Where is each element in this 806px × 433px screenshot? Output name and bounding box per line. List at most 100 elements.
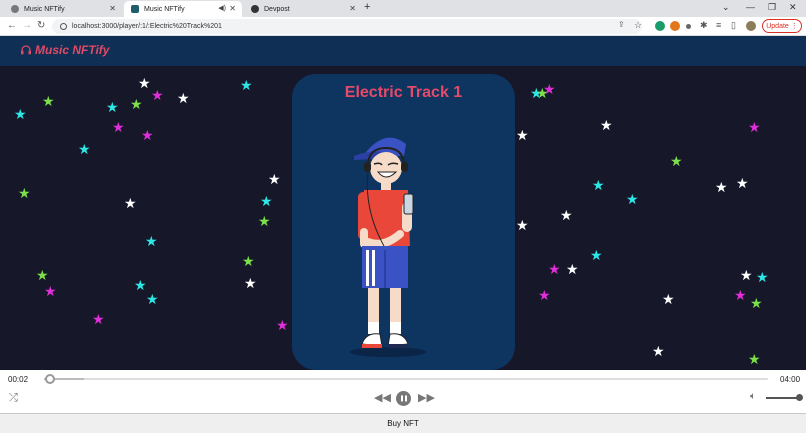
address-bar[interactable]: localhost:3000/player/:1/:Electric%20Tra…: [52, 19, 642, 34]
star-icon: ★: [548, 261, 561, 277]
seek-slider[interactable]: [44, 374, 768, 384]
listener-illustration: [350, 137, 426, 357]
media-control-icon[interactable]: ≡: [716, 20, 721, 30]
shuffle-icon[interactable]: ⤮: [9, 392, 18, 405]
maximize-icon[interactable]: ❐: [768, 2, 776, 13]
star-icon: ★: [268, 171, 281, 187]
star-icon: ★: [543, 81, 556, 97]
star-icon: ★: [600, 117, 613, 133]
update-button[interactable]: Update ⋮: [762, 19, 802, 33]
browser-toolbar: ← → ↻ localhost:3000/player/:1/:Electric…: [0, 17, 806, 36]
tab-favicon-icon: [11, 5, 19, 13]
metamask-icon[interactable]: [670, 21, 680, 31]
extension-dot-icon[interactable]: [686, 24, 691, 29]
tab-favicon-icon: [251, 5, 259, 13]
star-icon: ★: [260, 193, 273, 209]
star-icon: ★: [138, 75, 151, 91]
star-icon: ★: [662, 291, 675, 307]
audio-player: 00:02 04:00 ⤮ ◀◀ ❚❚ ▶▶ 🔈︎: [0, 370, 806, 412]
tab-favicon-icon: [131, 5, 139, 13]
tab-devpost[interactable]: Devpost ✕: [244, 1, 362, 17]
star-icon: ★: [276, 317, 289, 333]
track-card: Electric Track 1: [292, 74, 515, 370]
buy-nft-label: Buy NFT: [387, 419, 419, 428]
star-icon: ★: [516, 217, 529, 233]
rewind-icon[interactable]: ◀◀: [374, 391, 391, 404]
star-icon: ★: [141, 127, 154, 143]
pause-button[interactable]: ❚❚: [396, 391, 411, 406]
star-icon: ★: [590, 247, 603, 263]
star-icon: ★: [151, 87, 164, 103]
star-icon: ★: [244, 275, 257, 291]
volume-thumb[interactable]: [796, 394, 803, 401]
site-info-icon[interactable]: [60, 23, 67, 30]
seek-thumb[interactable]: [44, 374, 55, 384]
star-icon: ★: [652, 343, 665, 359]
star-icon: ★: [130, 96, 143, 112]
browser-tab-strip: Music NFTify ✕ Music NFTify ◀) ✕ Devpost…: [0, 0, 806, 17]
star-icon: ★: [124, 195, 137, 211]
star-icon: ★: [14, 106, 27, 122]
close-window-icon[interactable]: ✕: [789, 2, 797, 13]
back-icon[interactable]: ←: [7, 20, 17, 31]
brand-name: Music NFTify: [35, 43, 110, 57]
star-icon: ★: [146, 291, 159, 307]
star-icon: ★: [748, 119, 761, 135]
star-icon: ★: [18, 185, 31, 201]
brand-logo[interactable]: Music NFTify: [20, 43, 109, 57]
update-label: Update: [766, 22, 789, 30]
buy-nft-button[interactable]: Buy NFT: [0, 413, 806, 433]
star-icon: ★: [670, 153, 683, 169]
tab-title: Devpost: [264, 5, 290, 13]
fast-forward-icon[interactable]: ▶▶: [418, 391, 435, 404]
star-icon: ★: [177, 90, 190, 106]
track-title: Electric Track 1: [344, 84, 463, 101]
tab-close-icon[interactable]: ✕: [349, 4, 356, 13]
star-icon: ★: [106, 99, 119, 115]
star-icon: ★: [538, 287, 551, 303]
star-icon: ★: [566, 261, 579, 277]
share-icon[interactable]: ⇪: [618, 20, 625, 29]
star-icon: ★: [44, 283, 57, 299]
reload-icon[interactable]: ↻: [37, 20, 45, 31]
pause-icon: ❚❚: [399, 396, 408, 402]
volume-slider[interactable]: [766, 394, 803, 401]
star-icon: ★: [42, 93, 55, 109]
address-url: localhost:3000/player/:1/:Electric%20Tra…: [72, 23, 222, 30]
volume-icon[interactable]: 🔈︎: [750, 391, 756, 402]
minimize-icon[interactable]: —: [746, 2, 755, 12]
tab-title: Music NFTify: [144, 5, 185, 13]
tab-close-icon[interactable]: ✕: [109, 4, 116, 13]
star-icon: ★: [560, 207, 573, 223]
tab-close-icon[interactable]: ✕: [229, 4, 236, 13]
volume-fill: [766, 397, 800, 399]
star-icon: ★: [92, 311, 105, 327]
star-icon: ★: [748, 351, 761, 367]
star-icon: ★: [756, 269, 769, 285]
star-icon: ★: [112, 119, 125, 135]
tab-music-nftify-2[interactable]: Music NFTify ◀) ✕: [124, 1, 242, 17]
duration: 04:00: [780, 375, 801, 384]
speaker-icon[interactable]: ◀): [218, 4, 226, 12]
tab-music-nftify-1[interactable]: Music NFTify ✕: [4, 1, 122, 17]
forward-icon[interactable]: →: [22, 20, 32, 31]
star-icon: ★: [740, 267, 753, 283]
star-icon: ★: [516, 127, 529, 143]
new-tab-button[interactable]: +: [364, 1, 370, 13]
avatar[interactable]: [746, 21, 756, 31]
star-icon: ★: [715, 179, 728, 195]
star-icon: ★: [750, 295, 763, 311]
star-icon: ★: [78, 141, 91, 157]
extensions-puzzle-icon[interactable]: ✱: [700, 20, 708, 31]
side-panel-icon[interactable]: ▯: [731, 20, 736, 31]
app-header: Music NFTify: [0, 36, 806, 66]
extension-icon[interactable]: [655, 21, 665, 31]
star-icon: ★: [242, 253, 255, 269]
star-icon: ★: [736, 175, 749, 191]
star-icon: ★: [258, 213, 271, 229]
star-icon: ★: [626, 191, 639, 207]
bookmark-star-icon[interactable]: ☆: [634, 20, 642, 31]
current-time: 00:02: [8, 375, 29, 384]
star-icon: ★: [145, 233, 158, 249]
tab-search-icon[interactable]: ⌄: [722, 2, 730, 13]
